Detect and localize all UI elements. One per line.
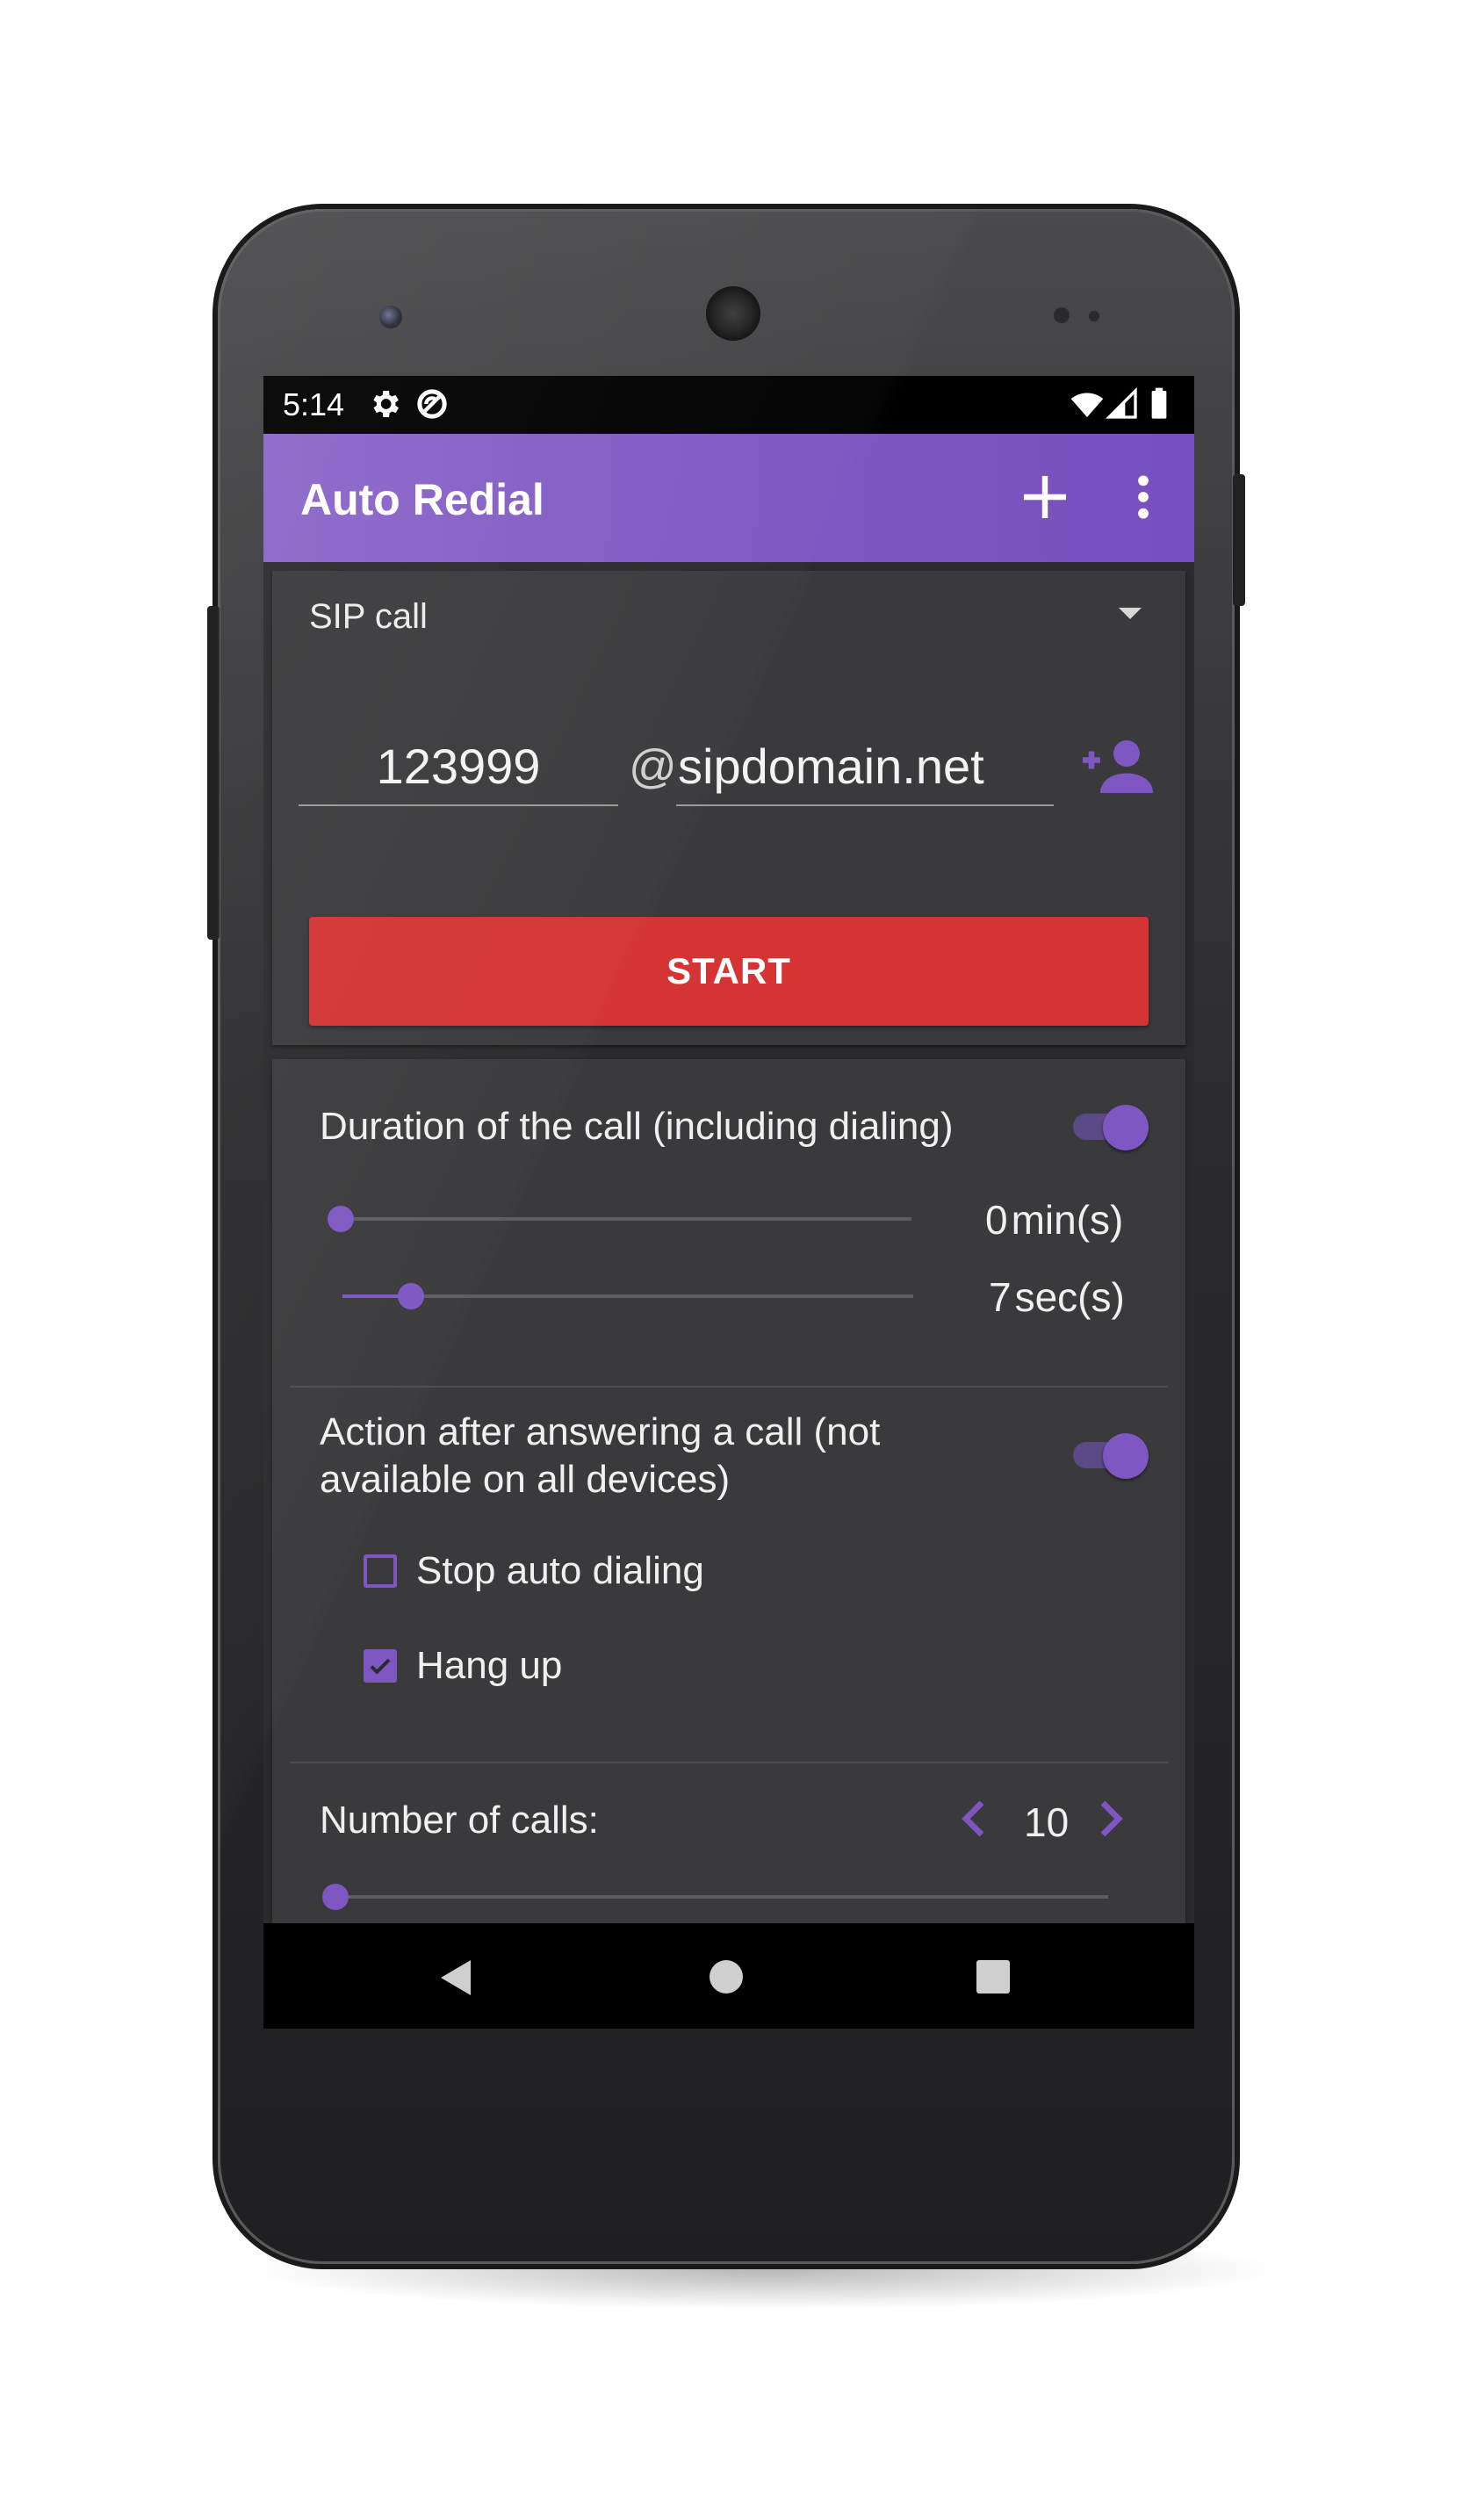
call-setup-card: SIP call 123999 @ sipdomain.net START bbox=[272, 571, 1185, 1045]
seconds-number: 7 bbox=[989, 1274, 1012, 1320]
chevron-left-icon[interactable] bbox=[957, 1797, 992, 1841]
action-after-answer-switch[interactable] bbox=[1068, 1430, 1149, 1479]
call-type-label: SIP call bbox=[309, 597, 428, 636]
seconds-unit: sec(s) bbox=[1014, 1274, 1125, 1320]
divider bbox=[290, 1762, 1168, 1763]
power-button bbox=[1233, 474, 1245, 606]
at-sign: @ bbox=[629, 740, 677, 793]
minutes-number: 0 bbox=[985, 1197, 1008, 1243]
divider bbox=[290, 1386, 1168, 1388]
do-not-disturb-icon bbox=[417, 389, 447, 419]
settings-card: Duration of the call (including dialing)… bbox=[272, 1059, 1185, 2029]
home-icon[interactable] bbox=[710, 1960, 743, 1994]
dropdown-arrow-icon bbox=[1119, 608, 1142, 619]
check-icon bbox=[370, 1658, 391, 1675]
action-label-line-1: Action after answering a call (not bbox=[320, 1410, 881, 1453]
minutes-value: 0min(s) bbox=[985, 1196, 1123, 1244]
light-sensor bbox=[1089, 311, 1099, 321]
more-vert-icon[interactable] bbox=[1126, 469, 1161, 525]
duration-label: Duration of the call (including dialing) bbox=[320, 1105, 954, 1148]
stop-auto-dialing-checkbox[interactable] bbox=[364, 1554, 397, 1588]
action-label-line-2: available on all devices) bbox=[320, 1458, 731, 1501]
app-title: Auto Redial bbox=[300, 475, 544, 524]
seconds-value: 7sec(s) bbox=[989, 1273, 1125, 1321]
number-of-calls-value: 10 bbox=[1024, 1799, 1070, 1845]
volume-button bbox=[207, 606, 220, 940]
domain-field[interactable]: sipdomain.net bbox=[676, 727, 1054, 806]
status-bar: 5:14 bbox=[263, 376, 1194, 434]
gear-icon bbox=[373, 391, 399, 417]
status-time: 5:14 bbox=[283, 386, 345, 422]
front-camera bbox=[379, 306, 402, 328]
recents-icon[interactable] bbox=[976, 1960, 1010, 1994]
slider-knob[interactable] bbox=[322, 1884, 349, 1910]
start-button[interactable]: START bbox=[309, 917, 1149, 1026]
phone-screen: 5:14 Auto Redial SIP call 123999 @ sipdo… bbox=[263, 376, 1194, 2029]
slider-knob[interactable] bbox=[328, 1206, 354, 1232]
hang-up-checkbox[interactable] bbox=[364, 1649, 397, 1683]
number-of-calls-slider[interactable] bbox=[322, 1879, 1108, 1914]
signal-icon bbox=[1105, 386, 1137, 419]
earpiece-speaker bbox=[706, 286, 760, 341]
stop-auto-dialing-label: Stop auto dialing bbox=[416, 1549, 704, 1592]
proximity-sensor bbox=[1054, 307, 1070, 323]
switch-thumb bbox=[1103, 1105, 1149, 1150]
duration-switch[interactable] bbox=[1068, 1101, 1149, 1150]
number-of-calls-label: Number of calls: bbox=[320, 1799, 599, 1842]
switch-thumb bbox=[1103, 1433, 1149, 1479]
chevron-right-icon[interactable] bbox=[1092, 1797, 1127, 1841]
slider-knob[interactable] bbox=[398, 1283, 424, 1309]
navigation-bar bbox=[263, 1923, 1194, 2029]
add-icon[interactable] bbox=[1017, 469, 1073, 525]
back-icon[interactable] bbox=[439, 1958, 474, 1997]
minutes-slider[interactable] bbox=[328, 1201, 911, 1236]
action-after-answer-label: Action after answering a call (not avail… bbox=[320, 1409, 987, 1503]
seconds-slider[interactable] bbox=[342, 1279, 913, 1314]
app-bar: Auto Redial bbox=[263, 434, 1194, 562]
battery-icon bbox=[1151, 387, 1167, 419]
hang-up-label: Hang up bbox=[416, 1644, 563, 1687]
number-field[interactable]: 123999 bbox=[299, 727, 618, 806]
wifi-icon bbox=[1070, 393, 1104, 417]
add-contact-icon[interactable] bbox=[1078, 736, 1157, 797]
minutes-unit: min(s) bbox=[1011, 1197, 1124, 1243]
